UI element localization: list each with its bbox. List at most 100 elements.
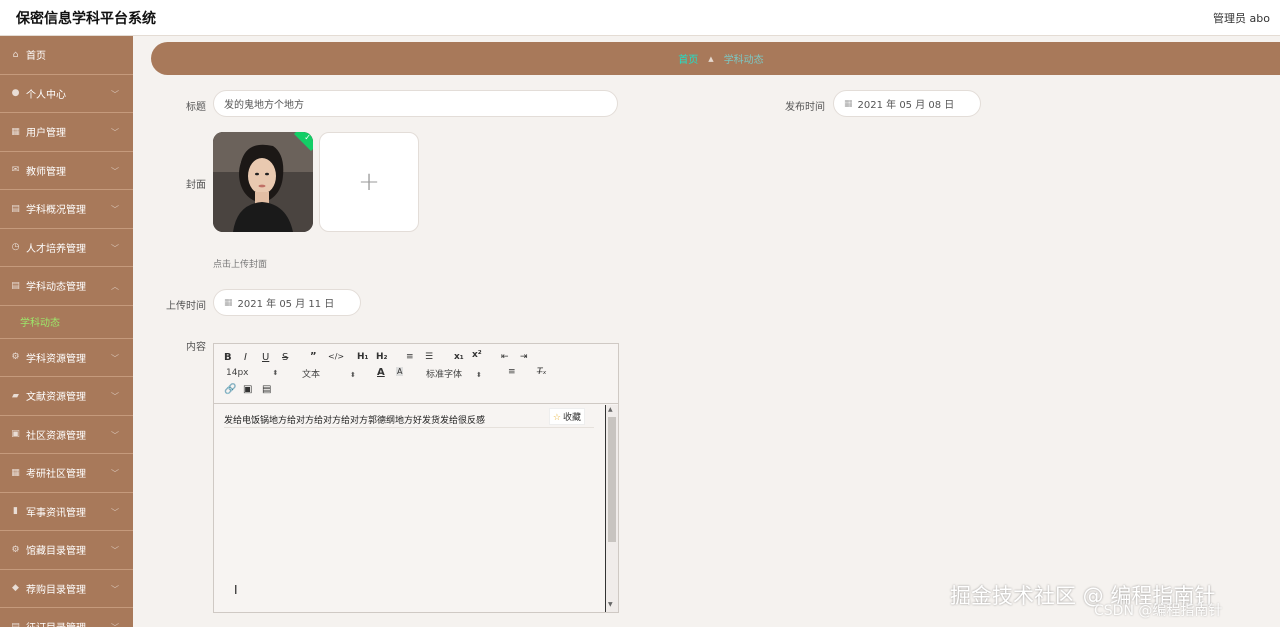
upload-time-label: 上传时间 (166, 301, 206, 312)
user-info[interactable]: 管理员 abo (1213, 10, 1270, 26)
h2-icon[interactable]: H₂ (376, 352, 387, 362)
chevron-down-icon: ﹀ (111, 469, 119, 478)
mail-icon: ✉ (11, 165, 20, 176)
chevron-up-icon: ︿ (111, 282, 119, 291)
ordered-list-icon[interactable]: ≡ (406, 352, 414, 362)
sidebar-item-label: 军事资讯管理 (26, 507, 86, 519)
underline-icon[interactable]: U (262, 352, 269, 363)
shield-icon: ◆ (12, 583, 19, 594)
editor-content-area[interactable]: 发给电饭锅地方给对方给对方给对方郭德纲地方好发货发给很反感 ☆ 收藏 (214, 405, 606, 612)
app-title: 保密信息学科平台系统 (16, 11, 156, 27)
sidebar-item-label: 学科动态管理 (26, 282, 86, 294)
quote-icon[interactable]: ” (310, 351, 317, 362)
sidebar-item-label: 教师管理 (26, 166, 66, 178)
sidebar-item[interactable]: ▮ 军事资讯管理 ﹀ (0, 493, 133, 531)
font-color-icon[interactable]: A (377, 367, 385, 378)
cover-image[interactable]: ✓ (213, 132, 313, 232)
font-size-select[interactable]: 14px ⬍ (226, 368, 278, 378)
bold-icon[interactable]: B (224, 352, 232, 363)
sidebar-item[interactable]: ▦ 考研社区管理 ﹀ (0, 454, 133, 493)
sidebar-item[interactable]: ⌂ 首页 (0, 36, 133, 75)
header-select[interactable]: 文本 ⬍ (302, 367, 356, 380)
code-icon[interactable]: </> (328, 352, 344, 361)
user-icon: ● (11, 88, 20, 99)
sidebar-item-label: 学科概况管理 (26, 205, 86, 217)
outdent-icon[interactable]: ⇤ (501, 352, 509, 362)
calendar-icon: ▦ (224, 297, 233, 308)
h1-icon[interactable]: H₁ (357, 352, 368, 362)
sidebar-item-label: 馆藏目录管理 (26, 546, 86, 558)
sidebar-item-label: 征订目录管理 (26, 619, 86, 627)
scroll-up-icon[interactable]: ▲ (608, 406, 613, 413)
editor-content-text: 发给电饭锅地方给对方给对方给对方郭德纲地方好发货发给很反感 (224, 416, 486, 426)
video-icon[interactable]: ▤ (262, 384, 271, 395)
table-icon: ▦ (11, 126, 20, 137)
apps-icon: ▦ (11, 467, 20, 478)
font-family-select[interactable]: 标准字体 ⬍ (426, 367, 482, 380)
font-size-value: 14px (226, 368, 249, 378)
chevron-down-icon: ﹀ (111, 392, 119, 401)
editor-scrollbar[interactable]: ▲ ▼ (606, 405, 618, 612)
book-icon: ▰ (12, 390, 19, 401)
publish-time-picker[interactable]: ▦ 2021 年 05 月 08 日 (833, 90, 981, 117)
sidebar-item[interactable]: ● 个人中心 ﹀ (0, 75, 133, 113)
bullet-list-icon[interactable]: ☰ (425, 352, 433, 362)
watermark-secondary: CSDN @编程指南针 (1094, 603, 1223, 619)
chevron-down-icon: ﹀ (111, 166, 119, 176)
chevron-down-icon: ﹀ (111, 128, 119, 137)
upload-time-picker[interactable]: ▦ 2021 年 05 月 11 日 (213, 289, 361, 316)
select-caret-icon: ⬍ (476, 371, 482, 379)
sidebar-item[interactable]: ◷ 人才培养管理 ﹀ (0, 229, 133, 267)
link-icon[interactable]: 🔗 (224, 384, 236, 395)
favorite-button[interactable]: ☆ 收藏 (548, 408, 585, 425)
sidebar-subitem-active[interactable]: 学科动态 (0, 305, 133, 339)
text-cursor-icon: I (234, 583, 238, 597)
text-underline (224, 427, 594, 428)
settings-icon: ⚙ (11, 352, 20, 363)
clear-format-icon[interactable]: T̶ₓ (537, 367, 547, 377)
sidebar-item[interactable]: ◆ 荐购目录管理 ﹀ (0, 570, 133, 608)
subscript-icon[interactable]: x₁ (454, 352, 464, 362)
upload-cover-button[interactable]: + (319, 132, 419, 232)
rich-text-editor: B I U S ” </> H₁ H₂ ≡ ☰ x₁ x² ⇤ ⇥ 14px ⬍ … (213, 343, 619, 613)
image-icon[interactable]: ▣ (243, 384, 252, 395)
italic-icon[interactable]: I (244, 352, 247, 363)
sidebar-item[interactable]: ▦ 用户管理 ﹀ (0, 113, 133, 152)
title-input[interactable]: 发的鬼地方个地方 (213, 90, 618, 117)
sidebar-item[interactable]: ✉ 教师管理 ﹀ (0, 152, 133, 190)
publish-time-value: 2021 年 05 月 08 日 (857, 100, 955, 111)
sidebar-item-label: 用户管理 (26, 128, 66, 140)
chevron-down-icon: ﹀ (111, 205, 119, 214)
clock-icon: ◷ (11, 242, 20, 253)
plus-icon: + (358, 167, 380, 197)
chevron-down-icon: ﹀ (111, 430, 119, 440)
background-color-icon[interactable]: A (396, 367, 404, 376)
sidebar-item[interactable]: ▰ 文献资源管理 ﹀ (0, 377, 133, 416)
scroll-down-icon[interactable]: ▼ (608, 601, 613, 608)
sidebar-item[interactable]: ▤ 学科动态管理 ︿ (0, 267, 133, 306)
sidebar-item-label: 考研社区管理 (26, 469, 86, 481)
upload-time-value: 2021 年 05 月 11 日 (237, 299, 335, 310)
sidebar-item[interactable]: ▣ 社区资源管理 ﹀ (0, 416, 133, 454)
chart-icon: ▮ (13, 506, 18, 517)
favorite-label: 收藏 (562, 413, 581, 423)
editor-toolbar: B I U S ” </> H₁ H₂ ≡ ☰ x₁ x² ⇤ ⇥ 14px ⬍ … (214, 344, 618, 404)
list-icon: ▤ (11, 280, 20, 291)
chevron-down-icon: ﹀ (111, 584, 119, 594)
indent-icon[interactable]: ⇥ (520, 352, 528, 362)
sidebar-item[interactable]: ▤ 学科概况管理 ﹀ (0, 190, 133, 229)
align-icon[interactable]: ≡ (508, 367, 516, 377)
portrait-thumbnail (213, 132, 313, 232)
sidebar-item[interactable]: ⚙ 馆藏目录管理 ﹀ (0, 531, 133, 570)
sidebar-item[interactable]: ⚙ 学科资源管理 ﹀ (0, 339, 133, 377)
sidebar-item[interactable]: ▤ 征订目录管理 ﹀ (0, 608, 133, 627)
breadcrumb: 首页 ▲ 学科动态 (151, 42, 1280, 75)
scroll-thumb[interactable] (608, 417, 616, 542)
superscript-icon[interactable]: x² (472, 350, 482, 360)
breadcrumb-separator-icon: ▲ (708, 54, 714, 63)
sidebar-subitem-label: 学科动态 (20, 318, 60, 329)
calendar-icon: ▦ (844, 98, 853, 109)
select-caret-icon: ⬍ (272, 369, 279, 377)
strike-icon[interactable]: S (282, 352, 288, 363)
breadcrumb-home[interactable]: 首页 (678, 51, 698, 66)
